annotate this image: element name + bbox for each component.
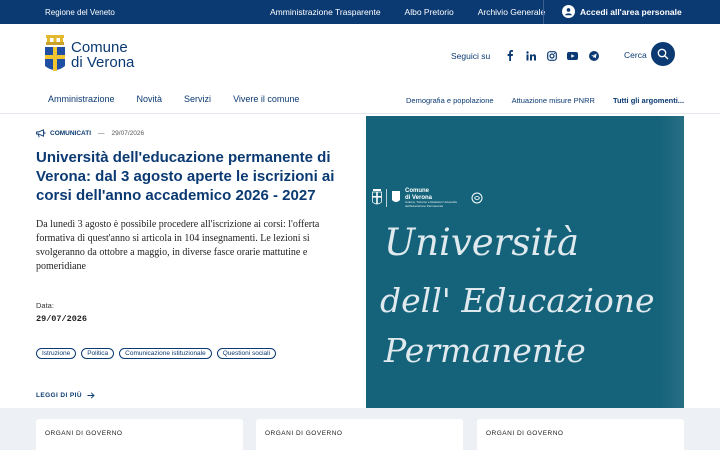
nav-item-novita[interactable]: Novità [137,94,163,104]
main-nav: Amministrazione Novità Servizi Vivere il… [0,88,720,114]
verona-crest-icon [45,35,65,71]
link-albo-pretorio[interactable]: Albo Pretorio [405,7,454,17]
hero-image[interactable]: Comune di Verona Cultura, Turismo e Rela… [366,116,684,408]
article-title[interactable]: Università dell'educazione permanente di… [36,148,336,205]
site-logo[interactable]: Comune di Verona [44,34,134,76]
date-value: 29/07/2026 [36,314,88,324]
article-date: 29/07/2026 [111,130,145,137]
hero-text-line-3: Permanente [384,331,586,370]
region-link[interactable]: Regione del Veneto [45,8,115,17]
telegram-icon[interactable] [588,50,599,61]
search-button[interactable] [651,42,675,66]
tag-politica[interactable]: Politica [81,348,115,359]
hero-logo-subtitle: Cultura, Turismo e Relazioni Università … [405,200,457,208]
login-button[interactable]: Accedi all'area personale [562,5,682,18]
youtube-icon[interactable] [567,50,579,61]
facebook-icon[interactable] [504,50,515,61]
tag-istruzione[interactable]: Istruzione [36,348,77,359]
linkedin-icon[interactable] [525,50,536,61]
nav-item-demografia[interactable]: Demografia e popolazione [406,96,494,105]
read-more-link[interactable]: LEGGI DI PIÙ [36,392,95,399]
nav-item-amministrazione[interactable]: Amministrazione [48,94,115,104]
arrow-right-icon [87,392,95,399]
nav-secondary: Demografia e popolazione Attuazione misu… [406,96,684,105]
social-links: Seguici su [451,50,599,61]
divider [543,0,544,24]
user-icon [562,5,575,18]
top-links: Amministrazione Trasparente Albo Pretori… [270,7,545,17]
link-archivio-generale[interactable]: Archivio Generale [478,7,546,17]
tag-comunicazione-istituzionale[interactable]: Comunicazione istituzionale [119,348,212,359]
article-meta: COMUNICATI — 29/07/2026 [36,129,144,138]
header: Comune di Verona Seguici su Cerca [0,24,720,88]
hero-edge-decoration [660,116,684,408]
card-organi-di-governo-3[interactable]: ORGANI DI GOVERNO [477,419,684,459]
search-icon [657,48,669,60]
article-category[interactable]: COMUNICATI [50,130,91,137]
login-label: Accedi all'area personale [580,6,682,17]
social-label: Seguici su [451,50,491,61]
card-organi-di-governo-1[interactable]: ORGANI DI GOVERNO [36,419,243,459]
nav-item-pnrr[interactable]: Attuazione misure PNRR [512,96,595,105]
card-label: ORGANI DI GOVERNO [45,430,123,437]
hero-text-line-2: dell' Educazione [380,281,655,320]
crest-icon [392,191,400,202]
nav-item-servizi[interactable]: Servizi [184,94,211,104]
logo-line-1: Comune [71,39,128,56]
nav-item-vivere-il-comune[interactable]: Vivere il comune [233,94,299,104]
tag-list: Istruzione Politica Comunicazione istitu… [36,348,277,359]
hero-logo: Comune di Verona Cultura, Turismo e Rela… [372,188,483,208]
card-label: ORGANI DI GOVERNO [486,430,564,437]
nav-primary: Amministrazione Novità Servizi Vivere il… [48,94,299,104]
top-bar: Regione del Veneto Amministrazione Trasp… [0,0,720,24]
hero-text-line-1: Università [384,221,580,264]
link-amministrazione-trasparente[interactable]: Amministrazione Trasparente [270,7,381,17]
card-label: ORGANI DI GOVERNO [265,430,343,437]
nav-item-tutti-argomenti[interactable]: Tutti gli argomenti... [613,96,684,105]
date-label: Data: [36,301,54,310]
megaphone-icon [36,129,46,138]
article-lead: Da lunedì 3 agosto è possibile procedere… [36,219,320,272]
meta-separator: — [98,130,105,137]
featured-article: COMUNICATI — 29/07/2026 Università dell'… [0,116,366,450]
uep-logo-icon [471,192,483,204]
instagram-icon[interactable] [546,50,557,61]
tag-questioni-sociali[interactable]: Questioni sociali [216,348,277,359]
read-more-label: LEGGI DI PIÙ [36,392,82,399]
logo-line-2: di Verona [71,54,135,71]
search-label[interactable]: Cerca [624,50,647,60]
verona-crest-icon [372,189,382,205]
card-organi-di-governo-2[interactable]: ORGANI DI GOVERNO [256,419,463,459]
